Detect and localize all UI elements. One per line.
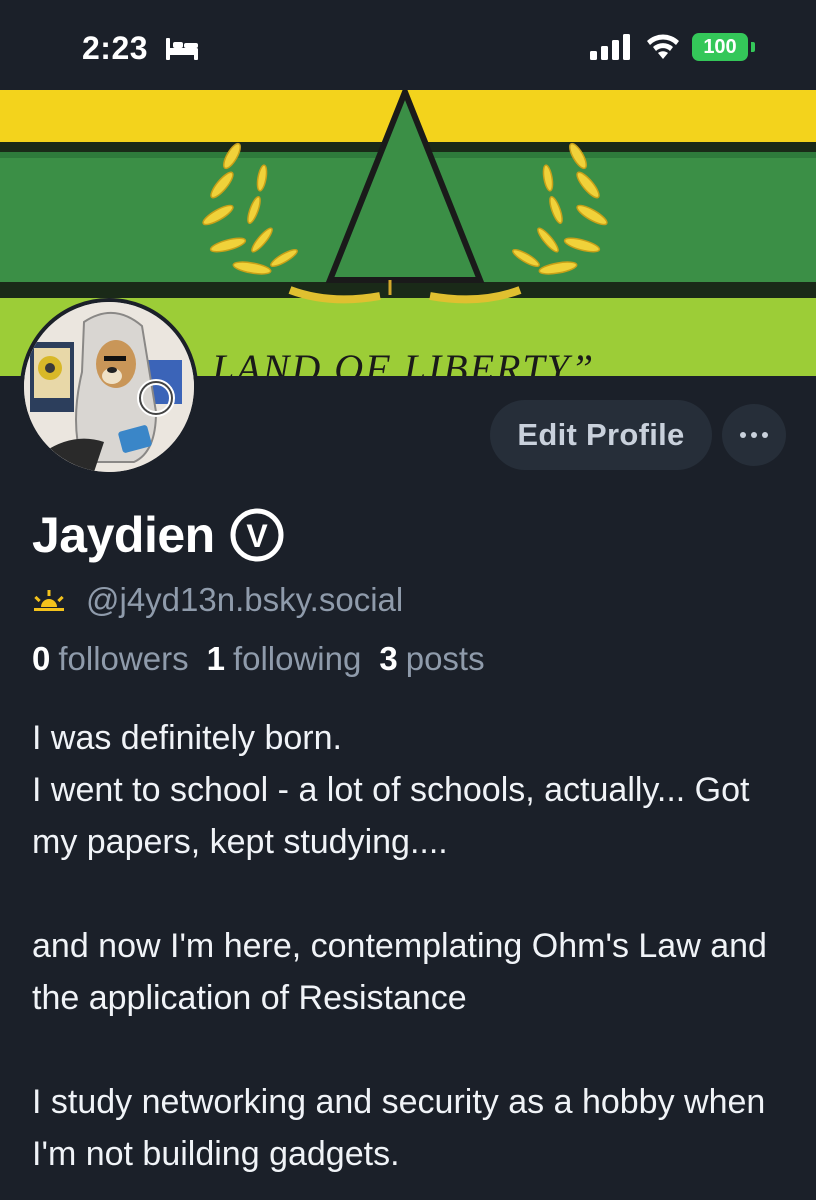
battery-icon: 100	[692, 33, 748, 61]
handle-row: @j4yd13n.bsky.social	[32, 578, 403, 622]
more-dots-icon	[740, 432, 768, 438]
following-label[interactable]: following	[233, 640, 361, 678]
posts-count: 3	[379, 640, 398, 677]
display-name: Jaydien	[32, 507, 215, 563]
wifi-icon	[647, 34, 679, 59]
posts-label: posts	[405, 640, 485, 677]
verified-badge-icon[interactable]: V	[229, 507, 285, 563]
bed-icon	[166, 38, 198, 60]
sunrise-icon	[34, 590, 64, 611]
banner-text: LAND OF LIBERTY”	[211, 346, 595, 376]
signal-icon	[590, 34, 630, 60]
followers-count[interactable]: 0	[32, 640, 50, 678]
status-bar: 2:23 100	[0, 0, 816, 90]
profile-handle[interactable]: @j4yd13n.bsky.social	[86, 581, 403, 619]
edit-profile-button[interactable]: Edit Profile	[490, 400, 712, 470]
following-count[interactable]: 1	[207, 640, 225, 678]
profile-bio: I was definitely born. I went to school …	[32, 719, 767, 1173]
followers-label[interactable]: followers	[58, 640, 188, 678]
profile-stats: 0 followers 1 following 3 posts	[32, 640, 503, 678]
verified-glyph: V	[246, 518, 268, 554]
profile-name-row: Jaydien V	[32, 500, 285, 570]
avatar-image	[24, 302, 194, 472]
battery-tip	[751, 42, 755, 52]
avatar[interactable]	[20, 298, 198, 476]
more-options-button[interactable]	[722, 404, 786, 466]
status-time: 2:23	[82, 30, 149, 66]
